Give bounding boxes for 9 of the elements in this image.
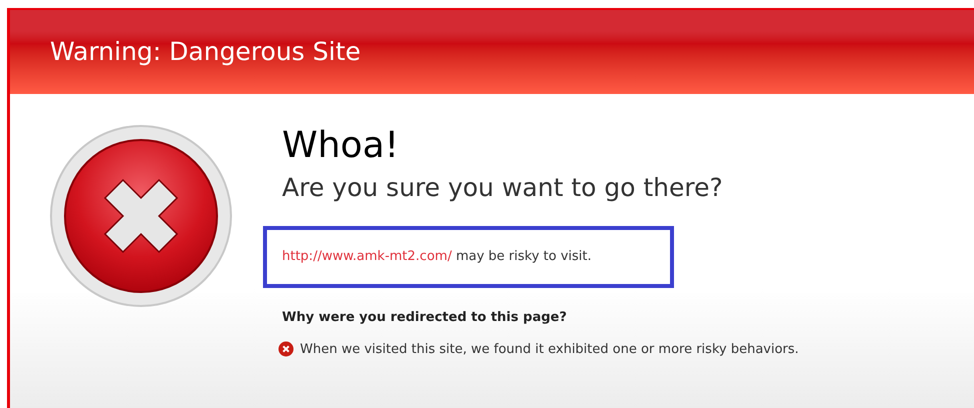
error-icon <box>278 341 294 358</box>
subheading: Are you sure you want to go there? <box>282 172 724 204</box>
error-icon <box>49 124 233 308</box>
page-title: Warning: Dangerous Site <box>50 36 361 68</box>
reason-text: When we visited this site, we found it exhibited one or more risky behaviors. <box>300 340 799 358</box>
heading: Whoa! <box>282 124 400 168</box>
notice-text: http://www.amk-mt2.com/ may be risky to visit. <box>282 248 592 266</box>
site-link[interactable]: http://www.amk-mt2.com/ <box>282 249 452 264</box>
reason-heading: Why were you redirected to this page? <box>282 309 568 327</box>
